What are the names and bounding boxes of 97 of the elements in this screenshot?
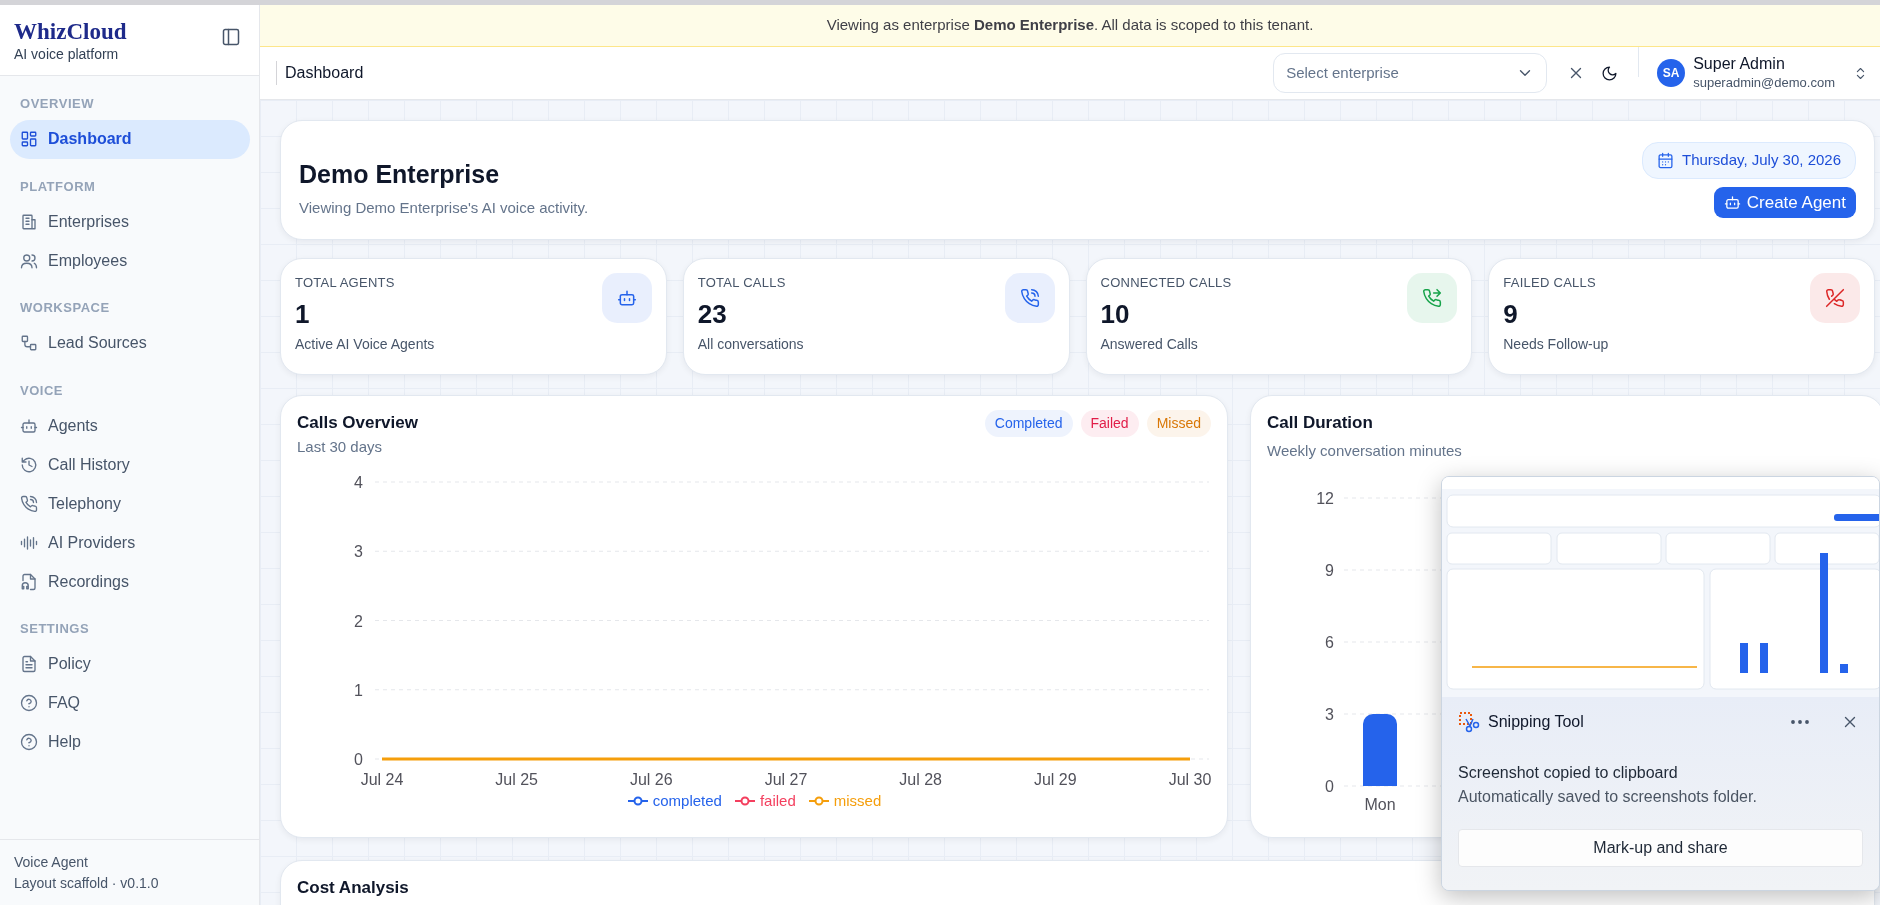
grid-icon bbox=[20, 130, 38, 149]
sidebar-item[interactable]: Recordings bbox=[10, 562, 250, 602]
chart-title: Calls Overview bbox=[297, 412, 418, 434]
axis-label: Jul 25 bbox=[495, 771, 538, 788]
notification-message: Automatically saved to screenshots folder. bbox=[1458, 787, 1758, 807]
axis-label: 0 bbox=[354, 751, 363, 768]
notification-title: Screenshot copied to clipboard bbox=[1458, 763, 1679, 783]
axis-label: Jul 27 bbox=[764, 771, 808, 788]
axis-label: 2 bbox=[354, 612, 363, 630]
snipping-tool-icon bbox=[1458, 711, 1480, 733]
axis-label: Jul 24 bbox=[360, 771, 404, 788]
legend-marker-icon bbox=[733, 796, 756, 807]
footer-text: Layout scaffold · v0.1.0 bbox=[14, 873, 160, 893]
chart-subtitle: Last 30 days bbox=[297, 436, 384, 457]
axis-label: Jul 26 bbox=[630, 771, 673, 788]
robot-icon bbox=[1723, 193, 1741, 211]
file-audio-icon bbox=[20, 572, 38, 591]
legend-item: completed bbox=[626, 790, 722, 813]
waveform-icon bbox=[20, 533, 38, 552]
hero-title: Demo Enterprise bbox=[299, 158, 501, 189]
enterprise-select[interactable]: Select enterprise bbox=[1273, 53, 1548, 93]
brand-logo: WhizCloud bbox=[14, 19, 127, 45]
stat-value: 1 bbox=[295, 298, 311, 330]
sidebar-item[interactable]: Help bbox=[10, 722, 250, 762]
stat-value: 9 bbox=[1503, 298, 1519, 330]
users-icon bbox=[20, 251, 38, 270]
axis-label: 4 bbox=[354, 474, 363, 491]
section-heading: SETTINGS bbox=[19, 620, 91, 639]
section-heading: VOICE bbox=[19, 381, 65, 400]
stat-label: FAILED CALLS bbox=[1503, 274, 1597, 292]
axis-label: 1 bbox=[354, 681, 363, 699]
stat-label: TOTAL AGENTS bbox=[295, 274, 396, 292]
user-email: superadmin@demo.com bbox=[1693, 74, 1835, 92]
sidebar-item[interactable]: Call History bbox=[10, 445, 250, 485]
more-icon bbox=[1791, 720, 1809, 724]
filter-chip[interactable]: Failed bbox=[1080, 410, 1139, 437]
stat-caption: All conversations bbox=[697, 334, 804, 354]
robot-icon bbox=[20, 416, 38, 435]
chart-title: Call Duration bbox=[1267, 412, 1374, 434]
sidebar-item[interactable]: Lead Sources bbox=[10, 323, 250, 363]
document-icon bbox=[20, 655, 38, 674]
sidebar-item[interactable]: Dashboard bbox=[10, 119, 250, 159]
calendar-icon bbox=[1657, 151, 1674, 169]
legend-marker-icon bbox=[626, 796, 649, 807]
axis-label: Jul 30 bbox=[1168, 771, 1212, 788]
axis-label: Mon bbox=[1364, 796, 1396, 813]
legend-item: failed bbox=[733, 790, 796, 813]
sidebar-item[interactable]: Enterprises bbox=[10, 202, 250, 242]
date-text: Thursday, July 30, 2026 bbox=[1682, 150, 1841, 170]
axis-label: 3 bbox=[1325, 706, 1334, 723]
chart-subtitle: Weekly conversation minutes bbox=[1267, 440, 1463, 461]
create-agent-button[interactable]: Create Agent bbox=[1713, 186, 1856, 218]
sidebar-item[interactable]: Agents bbox=[10, 406, 250, 446]
axis-label: 3 bbox=[354, 543, 363, 561]
stat-caption: Answered Calls bbox=[1100, 334, 1199, 354]
moon-icon bbox=[1601, 64, 1619, 82]
sidebar-toggle-icon bbox=[221, 27, 241, 47]
building-icon bbox=[20, 212, 38, 231]
user-name: Super Admin bbox=[1693, 54, 1786, 75]
card-title: Cost Analysis bbox=[297, 877, 410, 899]
filter-chip[interactable]: Completed bbox=[984, 410, 1073, 437]
markup-share-button[interactable]: Mark-up and share bbox=[1458, 829, 1863, 867]
legend-marker-icon bbox=[807, 796, 830, 807]
axis-label: 9 bbox=[1325, 562, 1334, 579]
stat-label: TOTAL CALLS bbox=[697, 274, 787, 292]
stat-value: 10 bbox=[1100, 298, 1131, 330]
axis-label: Jul 29 bbox=[1034, 771, 1077, 788]
stat-label: CONNECTED CALLS bbox=[1100, 274, 1232, 292]
page-title: Dashboard bbox=[276, 61, 364, 85]
sidebar-item[interactable]: Policy bbox=[10, 644, 250, 684]
sidebar-item[interactable]: AI Providers bbox=[10, 523, 250, 563]
hero-subtitle: Viewing Demo Enterprise's AI voice activity. bbox=[299, 197, 589, 218]
brand-tagline: AI voice platform bbox=[14, 45, 120, 65]
axis-label: 6 bbox=[1325, 634, 1334, 651]
legend-item: missed bbox=[807, 790, 882, 813]
axis-label: Jul 28 bbox=[899, 771, 942, 788]
bar bbox=[1363, 714, 1397, 786]
help-icon bbox=[20, 694, 38, 713]
section-heading: OVERVIEW bbox=[19, 95, 95, 114]
stat-value: 23 bbox=[697, 298, 728, 330]
axis-label: 0 bbox=[1325, 778, 1334, 795]
footer-text: Voice Agent bbox=[14, 853, 89, 873]
section-heading: PLATFORM bbox=[19, 177, 97, 196]
nodes-icon bbox=[20, 334, 38, 353]
history-icon bbox=[20, 455, 38, 474]
banner-message: Viewing as enterprise Demo Enterprise. All data is scoped to this tenant. bbox=[826, 15, 1314, 36]
sidebar-item[interactable]: Telephony bbox=[10, 484, 250, 524]
section-heading: WORKSPACE bbox=[19, 299, 111, 318]
avatar: SA bbox=[1657, 59, 1686, 87]
axis-label: 12 bbox=[1316, 490, 1334, 507]
app-name: Snipping Tool bbox=[1488, 712, 1585, 732]
sidebar-item[interactable]: Employees bbox=[10, 241, 250, 281]
phone-icon bbox=[20, 494, 38, 513]
stat-caption: Needs Follow-up bbox=[1503, 334, 1609, 354]
help-icon bbox=[20, 733, 38, 752]
stat-caption: Active AI Voice Agents bbox=[295, 334, 435, 354]
sidebar-item[interactable]: FAQ bbox=[10, 683, 250, 723]
